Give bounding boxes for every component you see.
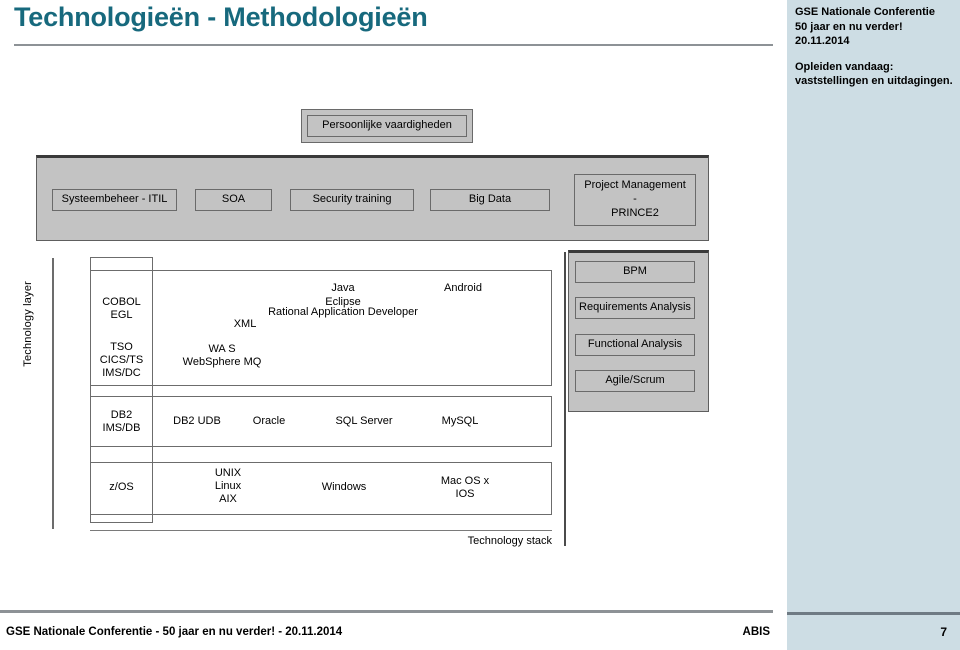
training-box-project-management[interactable]: Project Management - PRINCE2 (574, 174, 696, 226)
panel-divider (787, 612, 960, 615)
methodology-box-functional-analysis[interactable]: Functional Analysis (575, 334, 695, 356)
project-management-line-2: - (633, 193, 637, 206)
training-box-soa[interactable]: SOA (195, 189, 272, 211)
os-label-windows: Windows (321, 481, 367, 493)
project-management-line-3: PRINCE2 (611, 206, 659, 219)
conference-subtitle: 50 jaar en nu verder! (795, 20, 903, 33)
conference-date: 20.11.2014 (795, 35, 850, 48)
technology-layer-caption: Technology layer (22, 281, 34, 367)
app-platform-label-egl: EGL (110, 309, 133, 321)
methodology-box-requirements-analysis[interactable]: Requirements Analysis (575, 297, 695, 319)
project-management-line-1: Project Management (584, 179, 686, 192)
technology-layer-rule (52, 258, 54, 529)
title-divider (14, 44, 773, 46)
app-platform-label-cobol: COBOL (102, 296, 141, 308)
methodology-box-agile-scrum[interactable]: Agile/Scrum (575, 370, 695, 392)
app-platform-label-imsdc: IMS/DC (102, 367, 141, 379)
os-label-ios: IOS (455, 488, 475, 500)
db-platform-label-db2: DB2 (110, 409, 133, 421)
app-platform-label-cicsts: CICS/TS (99, 354, 144, 366)
db-label-db2-udb: DB2 UDB (173, 415, 221, 427)
methodology-box-bpm[interactable]: BPM (575, 261, 695, 283)
technology-stack-caption: Technology stack (467, 535, 552, 547)
technology-stack-rule (90, 530, 552, 531)
footer-left-text: GSE Nationale Conferentie - 50 jaar en n… (6, 626, 343, 638)
app-label-xml: XML (233, 318, 257, 330)
app-label-was: WA S (208, 343, 236, 355)
db-label-oracle: Oracle (252, 415, 286, 427)
soft-skills-box[interactable]: Persoonlijke vaardigheden (307, 115, 467, 137)
session-title-line1: Opleiden vandaag: (795, 60, 894, 73)
os-label-linux: Linux (214, 480, 242, 492)
db-label-sql-server: SQL Server (335, 415, 393, 427)
db-platform-label-imsdb: IMS/DB (102, 422, 141, 434)
page-title: Technologieën - Methodologieën (14, 2, 428, 32)
app-label-java: Java (331, 282, 355, 294)
training-box-big-data[interactable]: Big Data (430, 189, 550, 211)
db-label-mysql: MySQL (441, 415, 479, 427)
os-label-mac-os-x: Mac OS x (440, 475, 490, 487)
app-label-websphere-mq: WebSphere MQ (182, 356, 262, 368)
footer-right-text: ABIS (742, 626, 770, 638)
page-number: 7 (940, 625, 947, 639)
os-label-aix: AIX (219, 493, 237, 505)
session-title-line2: vaststellingen en uitdagingen. (795, 75, 953, 88)
os-platform-label-zos: z/OS (109, 481, 134, 493)
app-label-rational-application-developer: Rational Application Developer (268, 306, 418, 318)
conference-name: GSE Nationale Conferentie (795, 6, 935, 18)
training-box-security-training[interactable]: Security training (290, 189, 414, 211)
training-box-systeembeheer[interactable]: Systeembeheer - ITIL (52, 189, 177, 211)
footer-divider (0, 610, 773, 613)
conference-info-panel: GSE Nationale Conferentie 50 jaar en nu … (787, 0, 960, 650)
app-label-android: Android (444, 282, 482, 294)
os-label-unix: UNIX (214, 467, 242, 479)
stack-divider (564, 252, 566, 546)
app-platform-label-tso: TSO (110, 341, 133, 353)
